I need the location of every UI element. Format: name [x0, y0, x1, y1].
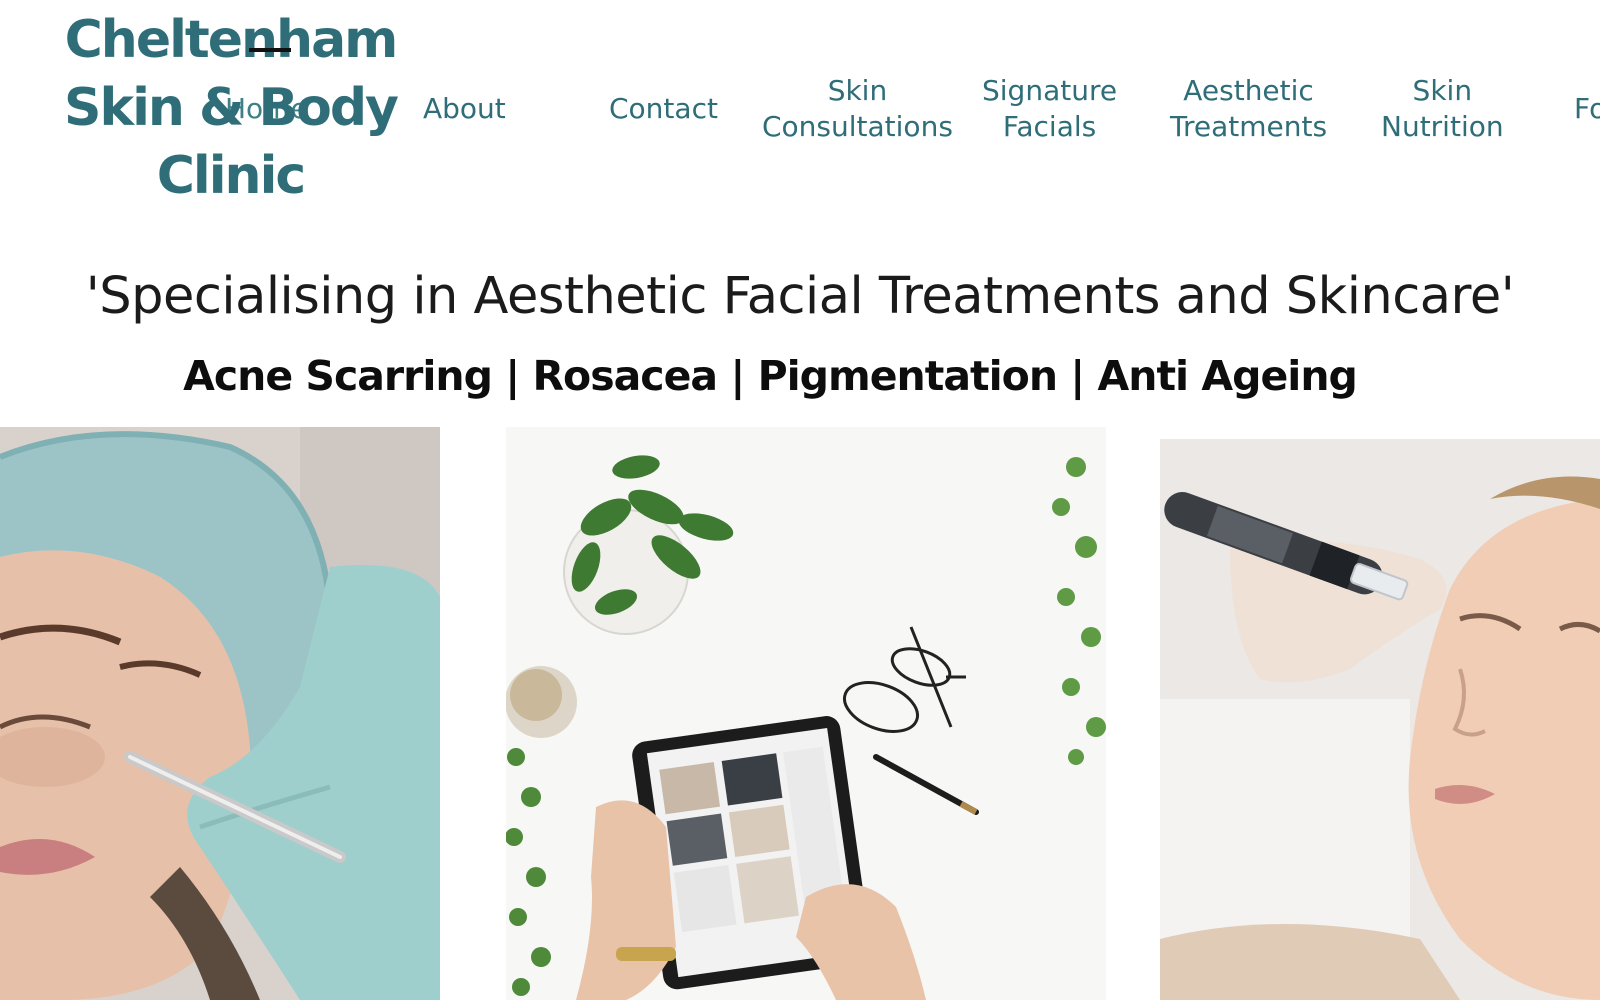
- facial-treatment-illustration: [0, 427, 440, 1000]
- flat-lay-tablet-photo: [506, 427, 1106, 1000]
- flat-lay-illustration: [506, 427, 1106, 1000]
- microneedling-treatment-photo: [1160, 439, 1600, 1000]
- site-logo[interactable]: Cheltenham Skin & Body Clinic: [58, 6, 403, 210]
- logo-line-1: Cheltenham: [64, 10, 399, 70]
- microneedling-illustration: [1160, 439, 1600, 1000]
- nav-label-line: Nutrition: [1381, 110, 1504, 143]
- nav-contact[interactable]: Contact: [609, 91, 718, 127]
- nav-label-line: Treatments: [1170, 110, 1328, 143]
- hero-tagline: 'Specialising in Aesthetic Facial Treatm…: [85, 267, 1515, 326]
- logo-line-3: Clinic: [156, 146, 306, 206]
- menu-underline-mark: [249, 48, 291, 52]
- nav-signature-facials[interactable]: Signature Facials: [982, 73, 1117, 145]
- nav-label-line: Skin: [1412, 74, 1473, 107]
- logo-line-2: Skin & Body: [64, 78, 399, 138]
- nav-truncated-item[interactable]: Fo: [1574, 91, 1600, 127]
- nav-label-line: Facials: [1002, 110, 1097, 143]
- conditions-list: Acne Scarring | Rosacea | Pigmentation |…: [183, 352, 1358, 400]
- facial-treatment-photo: [0, 427, 440, 1000]
- nav-about[interactable]: About: [423, 91, 506, 127]
- nav-label-line: Aesthetic: [1183, 74, 1314, 107]
- nav-skin-consultations[interactable]: Skin Consultations: [762, 73, 953, 145]
- nav-label-line: Skin: [827, 74, 888, 107]
- nav-label-line: Signature: [982, 74, 1118, 107]
- nav-skin-nutrition[interactable]: Skin Nutrition: [1381, 73, 1504, 145]
- nav-aesthetic-treatments[interactable]: Aesthetic Treatments: [1170, 73, 1327, 145]
- nav-label-line: Consultations: [762, 110, 953, 143]
